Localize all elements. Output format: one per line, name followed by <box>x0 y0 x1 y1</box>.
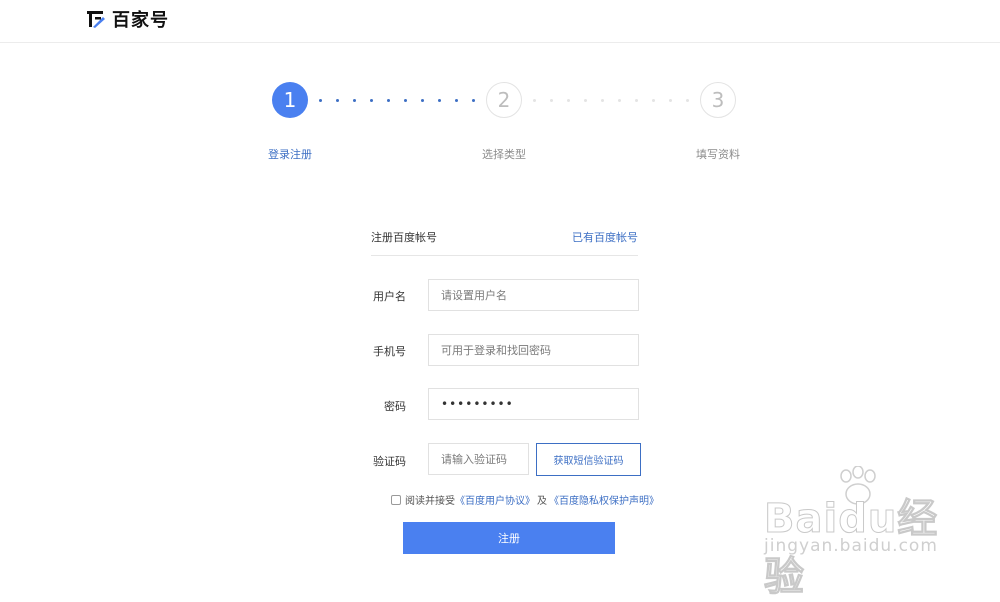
user-agreement-link[interactable]: 《百度用户协议》 <box>455 492 535 507</box>
agreement-checkbox[interactable] <box>391 494 401 505</box>
watermark-url: jingyan.baidu.com <box>764 536 938 556</box>
baidu-jingyan-watermark: Baidu经验 jingyan.baidu.com <box>764 466 954 601</box>
password-label: 密码 <box>384 400 406 413</box>
username-label: 用户名 <box>373 290 406 303</box>
get-sms-code-button[interactable]: 获取短信验证码 <box>536 443 641 476</box>
step-1-circle: 1 <box>272 82 308 118</box>
privacy-statement-link[interactable]: 《百度隐私权保护声明》 <box>549 492 659 507</box>
captcha-input[interactable] <box>428 443 529 475</box>
username-input[interactable] <box>428 279 639 311</box>
agreement-prefix: 阅读并接受 <box>405 496 455 507</box>
step-2-circle: 2 <box>486 82 522 118</box>
logo-text: 百家号 <box>112 10 169 31</box>
register-form-header: 注册百度帐号 已有百度帐号 <box>371 224 638 256</box>
existing-account-link[interactable]: 已有百度帐号 <box>572 229 638 245</box>
top-header: 百家号 <box>0 0 1000 43</box>
password-input[interactable] <box>428 388 639 420</box>
step-3-circle: 3 <box>700 82 736 118</box>
step-connector-done <box>319 99 475 102</box>
step-1-label: 登录注册 <box>268 148 312 161</box>
register-submit-button[interactable]: 注册 <box>403 522 615 554</box>
agreement-conjunction: 及 <box>537 496 547 507</box>
step-connector-pending <box>533 99 689 102</box>
agreement-row: 阅读并接受 《百度用户协议》 及 《百度隐私权保护声明》 <box>391 492 659 507</box>
phone-input[interactable] <box>428 334 639 366</box>
phone-label: 手机号 <box>373 345 406 358</box>
step-3-label: 填写资料 <box>696 148 740 161</box>
step-2-label: 选择类型 <box>482 148 526 161</box>
baijiahao-logo-icon <box>87 11 105 28</box>
form-title: 注册百度帐号 <box>371 231 437 244</box>
captcha-label: 验证码 <box>373 455 406 468</box>
baijiahao-logo[interactable]: 百家号 <box>86 6 169 32</box>
